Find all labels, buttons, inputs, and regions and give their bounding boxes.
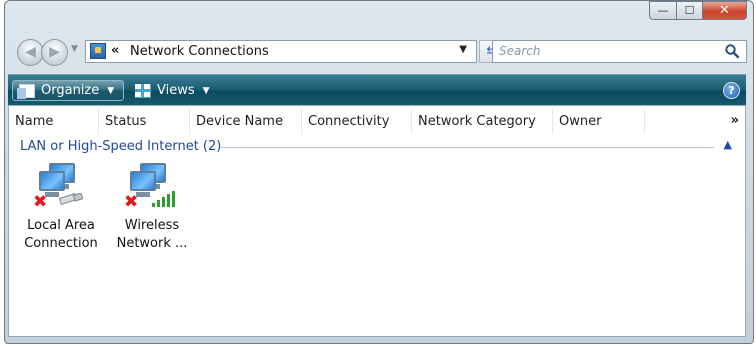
more-columns-chevron[interactable]: » (731, 113, 739, 128)
minimize-button[interactable]: — (649, 1, 676, 20)
network-connections-icon (90, 43, 106, 59)
chevron-down-icon: ▼ (202, 85, 210, 96)
search-input[interactable]: Search (492, 40, 747, 63)
column-header-row: Name Status Device Name Connectivity Net… (9, 109, 745, 134)
disconnected-x-icon: ✖ (124, 192, 139, 212)
chevron-down-icon: ▼ (107, 85, 115, 96)
views-button[interactable]: Views ▼ (132, 80, 210, 101)
collapse-group-icon[interactable]: ▲ (724, 138, 732, 151)
wireless-disconnected-icon: ✖ (124, 161, 180, 215)
help-icon[interactable]: ? (723, 82, 740, 99)
group-divider (220, 147, 714, 148)
search-placeholder: Search (499, 44, 541, 58)
column-connectivity[interactable]: Connectivity (302, 109, 412, 134)
caption-buttons: — ☐ ✕ (649, 1, 747, 20)
disconnected-x-icon: ✖ (33, 192, 48, 212)
maximize-button[interactable]: ☐ (676, 1, 702, 20)
group-label: LAN or High-Speed Internet (2) (20, 139, 227, 154)
back-button[interactable]: ◀ (17, 39, 44, 66)
address-bar[interactable]: « Network Connections ▼ (85, 40, 477, 63)
forward-button[interactable]: ▶ (41, 39, 68, 66)
list-item[interactable]: ✖ Wireless Network ... (107, 161, 197, 253)
address-dropdown-icon[interactable]: ▼ (459, 44, 467, 55)
network-cable-icon (58, 193, 84, 205)
item-label: Wireless Network ... (116, 218, 188, 251)
organize-icon (17, 83, 35, 99)
views-label: Views (157, 83, 195, 98)
column-status[interactable]: Status (99, 109, 190, 134)
command-bar: Organize ▼ Views ▼ ? (8, 74, 746, 106)
breadcrumb-network-connections[interactable]: Network Connections (130, 44, 269, 59)
column-name[interactable]: Name (9, 109, 99, 134)
organize-button[interactable]: Organize ▼ (12, 80, 124, 101)
column-owner[interactable]: Owner (553, 109, 645, 134)
item-label: Local Area Connection (24, 218, 98, 251)
column-device-name[interactable]: Device Name (190, 109, 302, 134)
signal-strength-icon (152, 191, 175, 207)
column-network-category[interactable]: Network Category (412, 109, 553, 134)
list-item[interactable]: ✖ Local Area Connection (16, 161, 106, 253)
navigation-bar: ◀ ▶ ▼ « Network Connections ▼ ⇆ Search (17, 37, 747, 67)
organize-label: Organize (41, 83, 100, 98)
file-list-pane[interactable]: Name Status Device Name Connectivity Net… (8, 105, 746, 337)
close-button[interactable]: ✕ (702, 1, 747, 20)
recent-pages-dropdown[interactable]: ▼ (71, 44, 78, 54)
breadcrumb-overflow-chevron[interactable]: « (111, 43, 119, 58)
views-icon (135, 83, 151, 98)
lan-disconnected-icon: ✖ (33, 161, 89, 215)
group-header[interactable]: LAN or High-Speed Internet (2) ▲ (20, 138, 732, 155)
search-icon[interactable] (724, 43, 740, 59)
